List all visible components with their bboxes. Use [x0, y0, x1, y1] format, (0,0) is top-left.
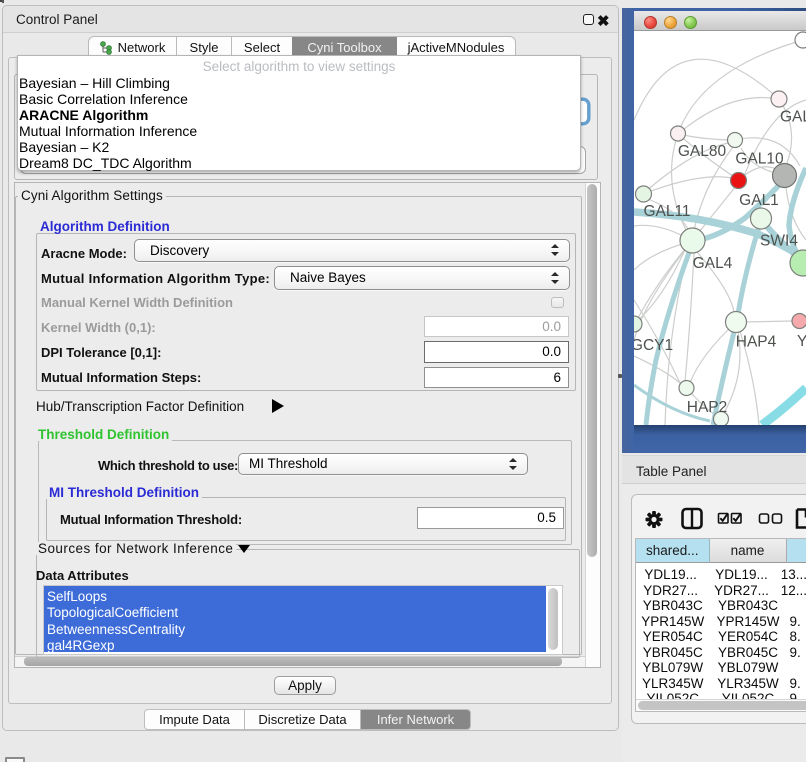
svg-text:GCY1: GCY1 — [634, 337, 673, 354]
svg-text:Y: Y — [797, 333, 806, 350]
svg-text:HAP2: HAP2 — [687, 399, 728, 416]
svg-text:GAL10: GAL10 — [735, 151, 784, 168]
svg-text:SWI4: SWI4 — [760, 233, 798, 250]
svg-text:GAL: GAL — [780, 109, 806, 126]
svg-text:GAL4: GAL4 — [693, 255, 733, 272]
svg-text:GAL11: GAL11 — [643, 203, 690, 220]
svg-text:HAP4: HAP4 — [736, 334, 777, 351]
svg-text:GAL1: GAL1 — [739, 192, 779, 209]
svg-text:GAL80: GAL80 — [678, 143, 727, 160]
